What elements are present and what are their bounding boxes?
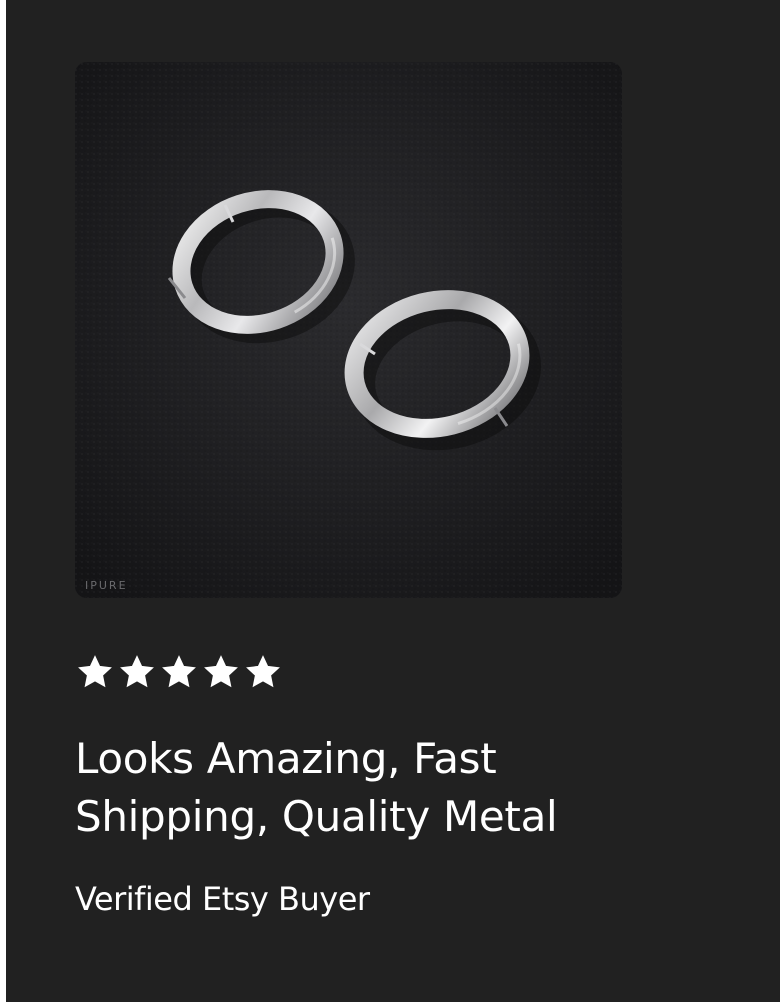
review-card: IPURE Looks Amazing, Fast Shipping, Qual… <box>6 0 780 1002</box>
star-icon <box>204 655 238 688</box>
review-title: Looks Amazing, Fast Shipping, Quality Me… <box>75 734 558 841</box>
reviewer-name: Verified Etsy Buyer <box>75 880 370 918</box>
product-image: IPURE <box>75 62 622 598</box>
star-icon <box>120 655 154 688</box>
star-icon <box>78 655 112 688</box>
star-icon <box>246 655 280 688</box>
star-icon <box>162 655 196 688</box>
rating-stars <box>75 652 283 692</box>
image-watermark: IPURE <box>85 579 128 592</box>
